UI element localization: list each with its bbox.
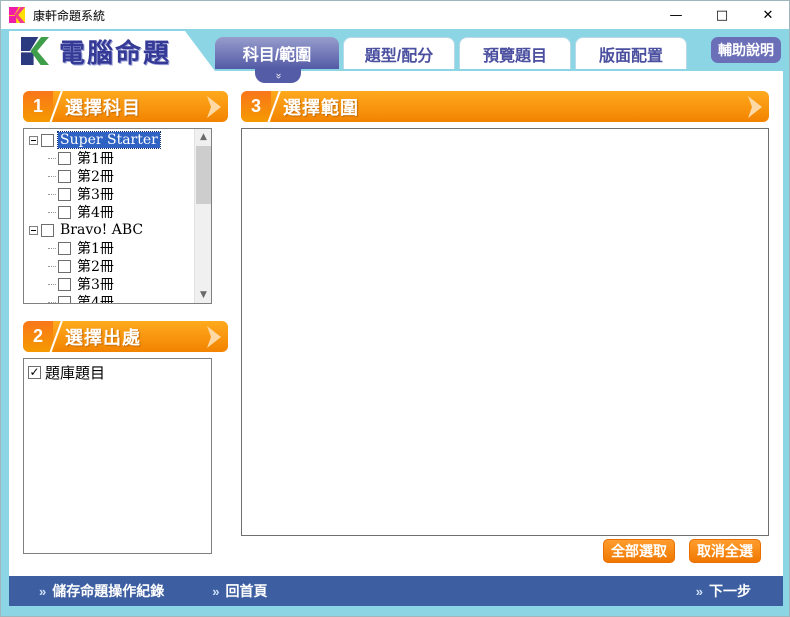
tree-item-label[interactable]: 第1冊 [75,148,116,168]
kangxuan-logo-icon [21,37,49,65]
tree-item-label[interactable]: 第2冊 [75,256,116,276]
chevron-right-icon: » [39,584,46,599]
tree-connector [48,302,56,303]
tree-item[interactable]: Bravo! ABC [24,221,194,239]
checkbox[interactable] [58,170,71,183]
tab-bar: 科目/範圍題型/配分預覽題目版面配置 [215,37,687,69]
tree-connector [48,248,56,249]
select-all-button[interactable]: 全部選取 [603,539,675,563]
section-range-banner: 3 選擇範圍 [241,91,769,122]
chevron-right-icon: » [696,584,703,599]
chevron-down-icon: » [273,73,283,79]
logo-panel: 電腦命題 [9,31,239,71]
checkbox[interactable] [58,206,71,219]
tree-item-label[interactable]: 第2冊 [75,166,116,186]
source-option-label: 題庫題目 [45,362,105,383]
step-number-2: 2 [23,321,53,352]
checkbox[interactable] [58,260,71,273]
app-logo-icon [9,7,25,23]
titlebar: 康軒命題系統 — □ ✕ [1,1,790,29]
tree-item-label[interactable]: 第3冊 [75,274,116,294]
active-tab-pointer: » [255,69,301,83]
minimize-button[interactable]: — [653,1,699,29]
tree-item-label[interactable]: Super Starter [58,132,160,148]
section-range-title: 選擇範圍 [283,94,359,120]
collapse-icon[interactable] [29,136,38,145]
subject-tree: Super Starter第1冊第2冊第3冊第4冊Bravo! ABC第1冊第2… [23,128,212,304]
arrow-right-icon [206,326,222,348]
scroll-down-icon[interactable]: ▼ [195,287,212,303]
tree-item[interactable]: 第3冊 [24,275,194,293]
window-title: 康軒命題系統 [33,7,105,24]
step-number-1: 1 [23,91,53,122]
tree-item-label[interactable]: 第1冊 [75,238,116,258]
maximize-button[interactable]: □ [699,1,745,29]
checkbox[interactable] [41,224,54,237]
app-logo-text: 電腦命題 [59,33,171,70]
checkbox[interactable] [58,188,71,201]
scrollbar-thumb[interactable] [196,146,211,204]
checkbox[interactable] [58,296,71,305]
tab-題型/配分[interactable]: 題型/配分 [343,37,455,69]
checkbox[interactable] [58,278,71,291]
app-window: 康軒命題系統 — □ ✕ 電腦命題 科目/範圍題型/配分預覽題目版面配置 » 輔… [0,0,790,617]
tree-item-label[interactable]: Bravo! ABC [58,222,145,238]
tab-active-科目/範圍[interactable]: 科目/範圍 [215,37,339,69]
tree-item[interactable]: Super Starter [24,131,194,149]
tree-item[interactable]: 第3冊 [24,185,194,203]
source-list: ✓ 題庫題目 [23,358,212,554]
deselect-all-button[interactable]: 取消全選 [689,539,761,563]
checkbox-checked[interactable]: ✓ [28,366,41,379]
tree-item[interactable]: 第2冊 [24,257,194,275]
checkbox[interactable] [41,134,54,147]
tree-connector [48,212,56,213]
section-subject-title: 選擇科目 [65,94,141,120]
chevron-right-icon: » [212,584,219,599]
checkbox[interactable] [58,242,71,255]
source-option[interactable]: ✓ 題庫題目 [28,363,211,381]
home-label: 回首頁 [225,581,267,601]
tab-版面配置[interactable]: 版面配置 [575,37,687,69]
tab-預覽題目[interactable]: 預覽題目 [459,37,571,69]
next-step-link[interactable]: » 下一步 [696,581,751,601]
arrow-right-icon [206,96,222,118]
footer-bar: » 儲存命題操作紀錄 » 回首頁 » 下一步 [9,576,783,606]
tree-item[interactable]: 第4冊 [24,293,194,304]
arrow-right-icon [747,96,763,118]
tree-item-label[interactable]: 第3冊 [75,184,116,204]
tree-connector [48,158,56,159]
next-step-label: 下一步 [709,581,751,601]
home-link[interactable]: » 回首頁 [212,581,267,601]
tree-item-label[interactable]: 第4冊 [75,292,116,304]
tree-connector [48,176,56,177]
collapse-icon[interactable] [29,226,38,235]
tree-item-label[interactable]: 第4冊 [75,202,116,222]
tree-connector [48,266,56,267]
range-selection-area[interactable] [241,128,769,536]
tree-scrollbar[interactable]: ▲ ▼ [194,129,211,303]
close-button[interactable]: ✕ [745,1,790,29]
tree-item[interactable]: 第1冊 [24,239,194,257]
save-record-link[interactable]: » 儲存命題操作紀錄 [39,581,164,601]
section-source-title: 選擇出處 [65,324,141,350]
help-button[interactable]: 輔助說明 [711,37,781,63]
section-source-banner: 2 選擇出處 [23,321,228,352]
section-subject-banner: 1 選擇科目 [23,91,228,122]
tree-item[interactable]: 第2冊 [24,167,194,185]
tree-connector [48,284,56,285]
tree-item[interactable]: 第4冊 [24,203,194,221]
scroll-up-icon[interactable]: ▲ [195,129,212,145]
step-number-3: 3 [241,91,271,122]
tree-connector [48,194,56,195]
save-record-label: 儲存命題操作紀錄 [52,581,164,601]
tree-item[interactable]: 第1冊 [24,149,194,167]
checkbox[interactable] [58,152,71,165]
